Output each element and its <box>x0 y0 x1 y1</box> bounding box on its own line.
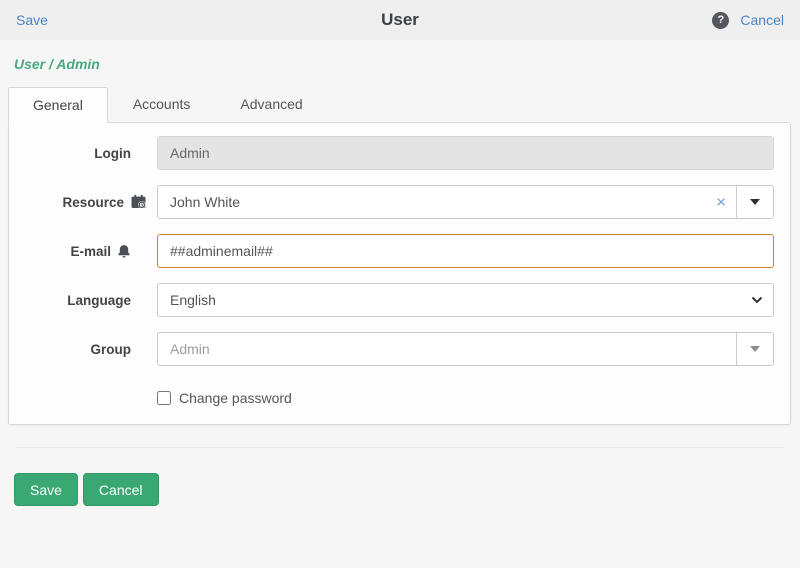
tab-bar: General Accounts Advanced <box>8 86 800 123</box>
breadcrumb[interactable]: User / Admin <box>14 56 800 72</box>
change-password-checkbox[interactable] <box>157 391 171 405</box>
group-label: Group <box>90 341 132 357</box>
save-link[interactable]: Save <box>16 12 48 28</box>
calendar-clock-icon <box>130 194 147 210</box>
change-password-label: Change password <box>179 390 292 406</box>
language-label: Language <box>67 292 131 308</box>
cancel-link[interactable]: Cancel <box>740 12 784 28</box>
caret-down-icon <box>750 199 760 205</box>
resource-row: Resource × <box>9 185 774 219</box>
tab-general[interactable]: General <box>8 87 108 123</box>
login-field <box>157 136 774 170</box>
language-select[interactable]: English <box>157 283 774 317</box>
topbar-right-group: ? Cancel <box>712 11 784 29</box>
general-tab-panel: Login Resource × <box>8 122 791 425</box>
email-label: E-mail <box>70 243 111 259</box>
tab-accounts[interactable]: Accounts <box>108 86 216 122</box>
clear-resource-icon[interactable]: × <box>716 194 726 211</box>
email-field[interactable] <box>157 234 774 268</box>
top-toolbar: Save User ? Cancel <box>0 0 800 40</box>
resource-field[interactable] <box>157 185 737 219</box>
footer-divider <box>15 447 785 448</box>
group-dropdown-button[interactable] <box>736 332 774 366</box>
group-field[interactable] <box>157 332 737 366</box>
change-password-row: Change password <box>157 390 774 406</box>
cancel-button[interactable]: Cancel <box>82 473 159 506</box>
save-button[interactable]: Save <box>14 473 78 506</box>
login-row: Login <box>9 136 774 170</box>
resource-label: Resource <box>62 194 124 210</box>
caret-down-icon <box>750 346 760 352</box>
help-icon[interactable]: ? <box>712 11 730 29</box>
language-row: Language English <box>9 283 774 317</box>
tab-advanced[interactable]: Advanced <box>215 86 327 122</box>
group-row: Group <box>9 332 774 366</box>
page-title: User <box>381 10 419 29</box>
bell-icon <box>117 244 131 259</box>
footer-actions: Save Cancel <box>14 473 800 506</box>
email-row: E-mail <box>9 234 774 268</box>
login-label: Login <box>94 145 131 161</box>
resource-dropdown-button[interactable] <box>736 185 774 219</box>
